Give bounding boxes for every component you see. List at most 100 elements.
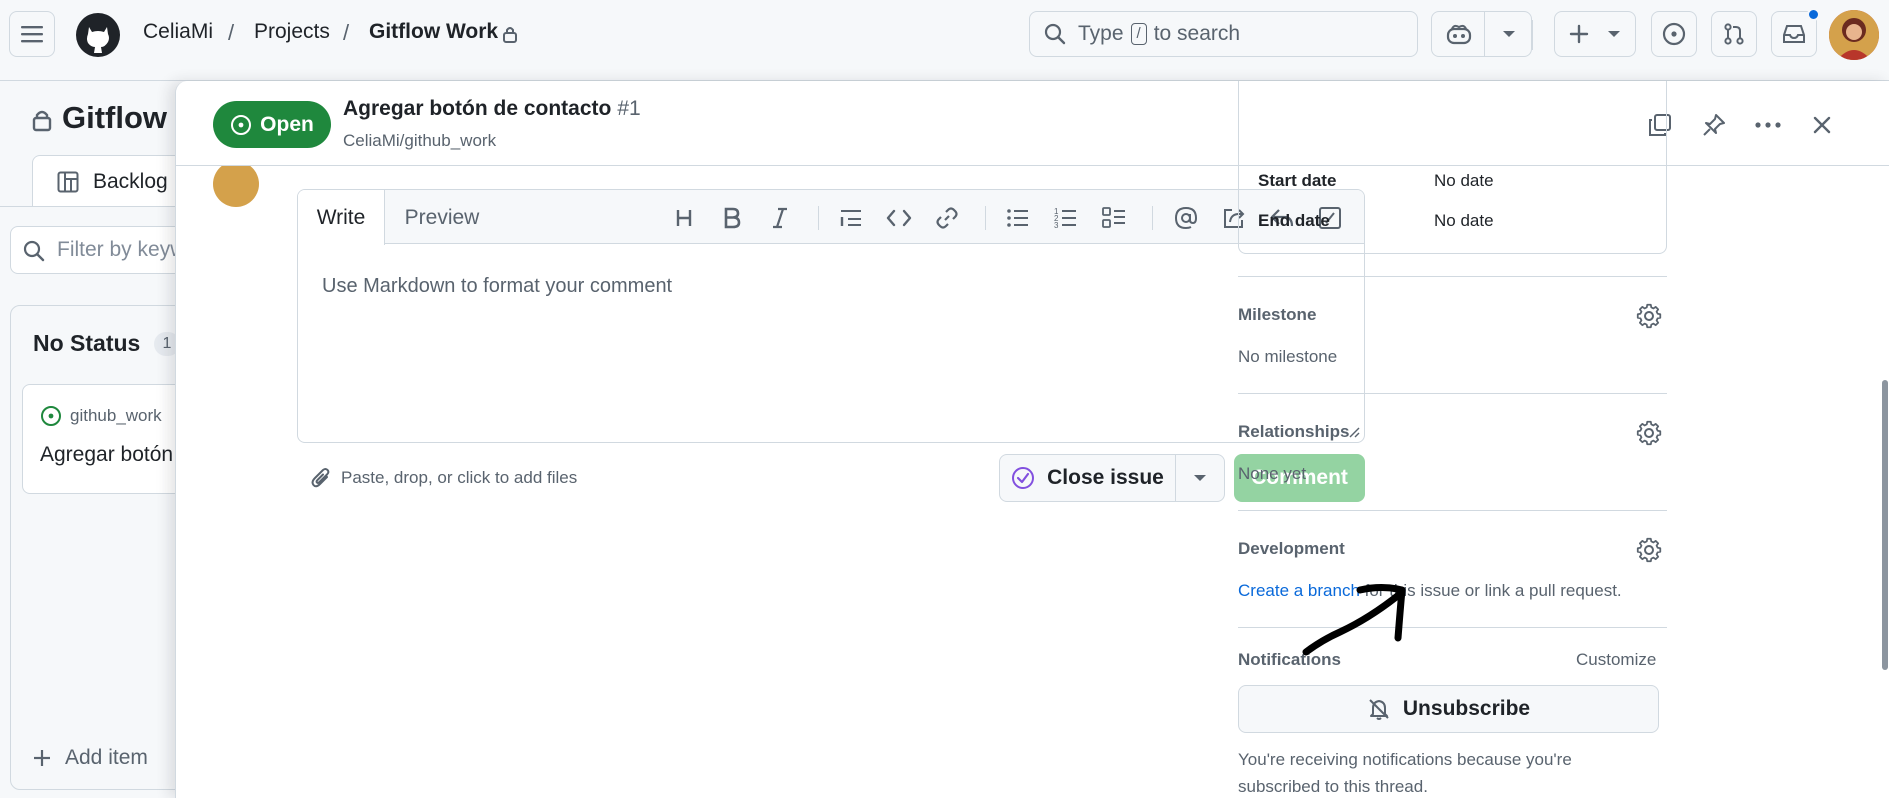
avatar[interactable] (1829, 10, 1879, 60)
search-prefix: Type (1078, 22, 1124, 45)
issue-state-badge: Open (213, 101, 331, 148)
add-item-label: Add item (65, 746, 148, 769)
lock-icon (503, 27, 517, 43)
top-header: CeliaMi / Projects / Gitflow Work Type /… (0, 0, 1889, 81)
board-card[interactable]: github_work Agregar botón (22, 384, 192, 494)
toolbar-divider (985, 206, 986, 230)
column-title: No Status (33, 330, 141, 356)
development-gear-icon[interactable] (1636, 537, 1662, 563)
issue-opened-icon (1662, 22, 1686, 46)
breadcrumb-project-name[interactable]: Gitflow Work (369, 20, 498, 44)
divider (1484, 12, 1485, 56)
italic-icon[interactable] (764, 202, 796, 234)
pin-icon (1703, 114, 1725, 136)
issue-number: #1 (617, 97, 641, 120)
plus-icon (1569, 24, 1589, 44)
resize-handle-icon[interactable] (1348, 426, 1360, 438)
kebab-horizontal-icon (1755, 122, 1781, 128)
breadcrumb-user[interactable]: CeliaMi (143, 20, 213, 44)
unordered-list-icon[interactable] (1002, 202, 1034, 234)
breadcrumb-separator: / (343, 20, 350, 45)
divider (1238, 276, 1667, 277)
issue-opened-icon (41, 406, 61, 426)
comment-editor: Write Preview 123 Use Markdown to format… (297, 189, 1365, 443)
end-date-label: End date (1258, 211, 1330, 230)
issue-title[interactable]: Agregar botón de contacto #1 (343, 97, 641, 121)
copilot-button[interactable] (1431, 11, 1532, 57)
tab-write[interactable]: Write (298, 190, 385, 245)
board-filter-input[interactable]: Filter by keyw (10, 226, 190, 274)
divider (1238, 510, 1667, 511)
customize-link[interactable]: Customize (1576, 650, 1656, 670)
unsubscribe-button[interactable]: Unsubscribe (1238, 685, 1659, 733)
close-issue-split-button: Close issue (999, 454, 1225, 502)
ordered-list-icon[interactable]: 123 (1050, 202, 1082, 234)
notification-reason-text: You're receiving notifications because y… (1238, 750, 1572, 796)
tab-preview[interactable]: Preview (386, 190, 498, 245)
chevron-down-icon[interactable] (1502, 30, 1516, 39)
heading-icon[interactable] (668, 202, 700, 234)
close-issue-button[interactable]: Close issue (1000, 455, 1176, 501)
close-issue-label: Close issue (1047, 466, 1164, 489)
toolbar-divider (1152, 206, 1153, 230)
relationships-heading: Relationships (1238, 422, 1350, 441)
issue-side-panel: Open Agregar botón de contacto #1 CeliaMi… (175, 81, 1889, 798)
notification-dot (1807, 8, 1820, 21)
end-date-value[interactable]: No date (1434, 211, 1494, 231)
inbox-button[interactable] (1771, 8, 1820, 57)
issue-title-text: Agregar botón de contacto (343, 97, 612, 120)
start-date-label: Start date (1258, 171, 1337, 190)
add-item-button[interactable]: Add item (33, 746, 148, 770)
bold-icon[interactable] (716, 202, 748, 234)
task-list-icon[interactable] (1098, 202, 1130, 234)
bell-slash-icon (1369, 699, 1389, 720)
card-repo: github_work (70, 406, 162, 425)
issues-button[interactable] (1651, 11, 1697, 57)
avatar (213, 161, 259, 207)
quote-icon[interactable] (835, 202, 867, 234)
attach-files-label: Paste, drop, or click to add files (341, 468, 578, 487)
code-icon[interactable] (883, 202, 915, 234)
pull-requests-button[interactable] (1711, 11, 1757, 57)
annotation-arrow-icon (1302, 584, 1406, 656)
issue-state-label: Open (260, 112, 314, 136)
comment-textarea[interactable]: Use Markdown to format your comment (322, 275, 672, 298)
breadcrumb-projects[interactable]: Projects (254, 20, 330, 44)
inbox-icon (1783, 25, 1805, 43)
close-issue-options-button[interactable] (1176, 455, 1224, 501)
close-panel-button[interactable] (1802, 105, 1842, 145)
search-icon (23, 240, 45, 262)
relationships-gear-icon[interactable] (1636, 420, 1662, 446)
search-shortcut-key: / (1130, 23, 1147, 45)
milestone-value: No milestone (1238, 347, 1338, 366)
divider (1532, 20, 1533, 50)
table-icon (57, 171, 79, 192)
menu-button[interactable] (9, 11, 55, 57)
chevron-down-icon (1608, 31, 1620, 37)
mention-icon[interactable] (1170, 202, 1202, 234)
paperclip-icon (311, 468, 330, 488)
attach-files-button[interactable]: Paste, drop, or click to add files (311, 467, 577, 489)
issue-opened-icon (231, 114, 252, 135)
github-logo-icon[interactable] (75, 12, 121, 58)
milestone-gear-icon[interactable] (1636, 303, 1662, 329)
search-input[interactable]: Type / to search (1029, 11, 1418, 57)
plus-icon (34, 750, 50, 766)
issue-closed-icon (1012, 467, 1035, 489)
issue-repo[interactable]: CeliaMi/github_work (343, 131, 496, 151)
tab-backlog[interactable]: Backlog (32, 155, 192, 207)
board-column: No Status 1 Add item (10, 305, 190, 790)
divider (0, 206, 175, 207)
pin-button[interactable] (1694, 105, 1734, 145)
milestone-heading: Milestone (1238, 305, 1317, 324)
start-date-value[interactable]: No date (1434, 171, 1494, 191)
svg-text:3: 3 (1054, 221, 1059, 229)
search-suffix: to search (1153, 22, 1241, 45)
link-icon[interactable] (931, 202, 963, 234)
hamburger-icon (21, 26, 43, 43)
create-new-button[interactable] (1554, 11, 1636, 57)
breadcrumb-separator: / (228, 20, 235, 45)
more-options-button[interactable] (1748, 105, 1788, 145)
close-icon (1813, 116, 1831, 134)
scrollbar-thumb[interactable] (1882, 380, 1888, 670)
